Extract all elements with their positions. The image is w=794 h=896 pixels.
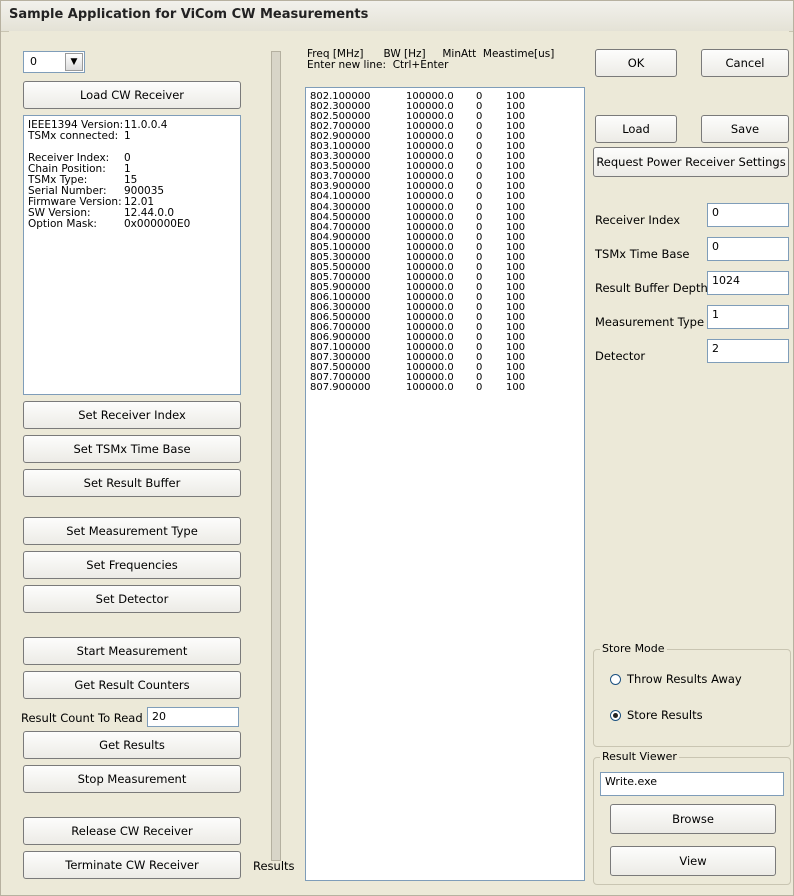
setting-label: Detector	[595, 349, 646, 363]
release-cw-receiver-button[interactable]: Release CW Receiver	[23, 817, 241, 845]
request-power-receiver-settings-button[interactable]: Request Power Receiver Settings	[593, 147, 789, 177]
setting-input[interactable]: 2	[707, 339, 789, 363]
ok-button[interactable]: OK	[595, 49, 677, 77]
result-viewer-group: Result Viewer Write.exe Browse View	[593, 750, 791, 885]
frequency-value: 804.100000	[310, 191, 371, 203]
load-button[interactable]: Load	[595, 115, 677, 143]
view-button[interactable]: View	[610, 846, 776, 876]
frequency-rows: 802.100000 100000.0 0 100 802.300000 100000.0…	[310, 91, 580, 393]
setting-value: 1	[712, 308, 719, 321]
throw-results-away-radio-dot	[610, 673, 621, 685]
info-value: 1	[124, 130, 131, 142]
setting-value: 0	[712, 240, 719, 253]
window-title: Sample Application for ViCom CW Measurem…	[9, 7, 369, 22]
minatt-value: 0	[476, 382, 483, 394]
info-row: Option Mask: 0x000000E0	[28, 219, 236, 230]
result-count-input[interactable]: 20	[147, 707, 239, 727]
main-frame: 0 ▼ Load CW Receiver IEEE1394 Version: 11…	[9, 31, 791, 891]
info-key: TSMx connected:	[28, 130, 119, 142]
get-result-counters-button[interactable]: Get Result Counters	[23, 671, 241, 699]
terminate-cw-receiver-button[interactable]: Terminate CW Receiver	[23, 851, 241, 879]
setting-label: Result Buffer Depth	[595, 281, 708, 295]
result-viewer-title: Result Viewer	[600, 750, 679, 763]
app-window: Sample Application for ViCom CW Measurem…	[0, 0, 794, 896]
setting-value: 1024	[712, 274, 740, 287]
meastime-value: 100	[506, 382, 526, 394]
save-button[interactable]: Save	[701, 115, 789, 143]
setting-label: Measurement Type	[595, 315, 705, 329]
result-count-value: 20	[152, 710, 166, 723]
setting-input[interactable]: 0	[707, 237, 789, 261]
setting-label: TSMx Time Base	[595, 247, 690, 261]
frequency-value: 807.900000	[310, 382, 371, 394]
setting-label: Receiver Index	[595, 213, 681, 227]
set-tsmx-time-base-button[interactable]: Set TSMx Time Base	[23, 435, 241, 463]
setting-value: 0	[712, 206, 719, 219]
result-viewer-input[interactable]: Write.exe	[600, 772, 784, 796]
setting-input[interactable]: 0	[707, 203, 789, 227]
info-row: TSMx connected: 1	[28, 131, 236, 142]
set-measurement-type-button[interactable]: Set Measurement Type	[23, 517, 241, 545]
throw-results-away-radio[interactable]: Throw Results Away	[610, 672, 742, 686]
store-results-label: Store Results	[627, 708, 703, 722]
frequency-row: 804.100000 100000.0 0 100	[310, 192, 580, 202]
title-bar: Sample Application for ViCom CW Measurem…	[1, 1, 793, 32]
store-results-radio[interactable]: Store Results	[610, 708, 703, 722]
set-frequencies-button[interactable]: Set Frequencies	[23, 551, 241, 579]
get-results-button[interactable]: Get Results	[23, 731, 241, 759]
frequency-header-line2: Enter new line: Ctrl+Enter	[307, 59, 449, 71]
receiver-select-value: 0	[30, 55, 37, 68]
result-viewer-value: Write.exe	[605, 775, 658, 788]
frequency-list[interactable]: 802.100000 100000.0 0 100 802.300000 100000.0…	[305, 87, 585, 881]
throw-results-away-label: Throw Results Away	[627, 672, 742, 686]
stop-measurement-button[interactable]: Stop Measurement	[23, 765, 241, 793]
frequency-row: 807.900000 100000.0 0 100	[310, 383, 580, 393]
setting-value: 2	[712, 342, 719, 355]
browse-button[interactable]: Browse	[610, 804, 776, 834]
setting-input[interactable]: 1	[707, 305, 789, 329]
results-label: Results	[253, 859, 295, 873]
bandwidth-value: 100000.0	[406, 382, 454, 394]
store-results-radio-dot	[610, 709, 621, 721]
info-value: 0x000000E0	[124, 218, 191, 230]
receiver-select[interactable]: 0 ▼	[23, 51, 85, 73]
info-key: Option Mask:	[28, 218, 97, 230]
load-cw-receiver-button[interactable]: Load CW Receiver	[23, 81, 241, 109]
store-mode-group: Store Mode Throw Results Away Store Resu…	[593, 642, 791, 747]
result-count-label: Result Count To Read	[21, 711, 143, 725]
receiver-info-panel: IEEE1394 Version: 11.0.0.4 TSMx connected:…	[23, 115, 241, 395]
chevron-down-icon[interactable]: ▼	[65, 53, 83, 71]
start-measurement-button[interactable]: Start Measurement	[23, 637, 241, 665]
set-result-buffer-button[interactable]: Set Result Buffer	[23, 469, 241, 497]
store-mode-title: Store Mode	[600, 642, 667, 655]
set-detector-button[interactable]: Set Detector	[23, 585, 241, 613]
set-receiver-index-button[interactable]: Set Receiver Index	[23, 401, 241, 429]
minatt-value: 0	[476, 191, 483, 203]
cancel-button[interactable]: Cancel	[701, 49, 789, 77]
receiver-info-list: IEEE1394 Version: 11.0.0.4 TSMx connected:…	[28, 120, 236, 230]
meastime-value: 100	[506, 191, 526, 203]
setting-input[interactable]: 1024	[707, 271, 789, 295]
bandwidth-value: 100000.0	[406, 191, 454, 203]
results-progress-bar	[271, 51, 281, 861]
